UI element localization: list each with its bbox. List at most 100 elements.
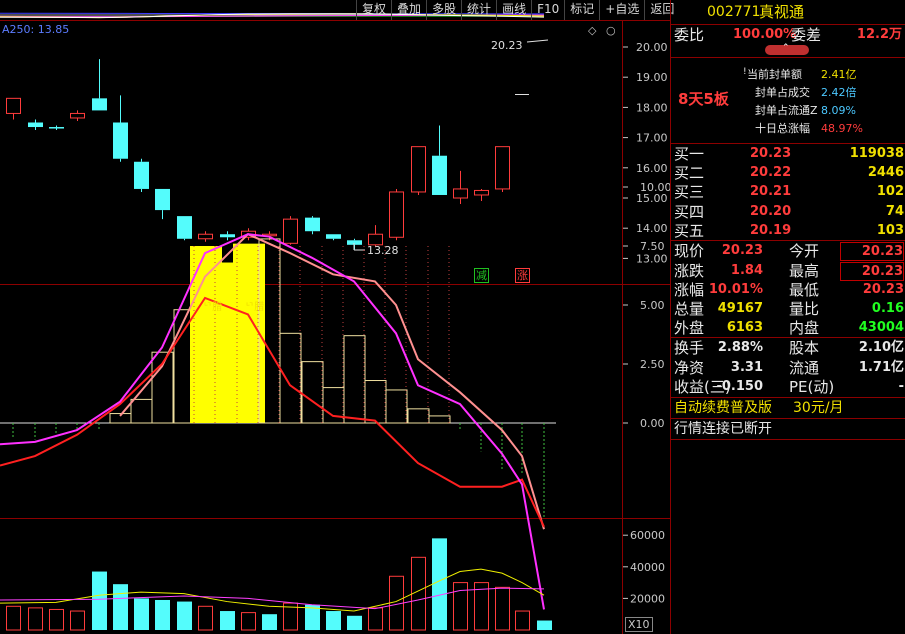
stock-name: 真视通 bbox=[759, 3, 805, 21]
candle-body bbox=[198, 233, 213, 240]
eps-pe-row-value: - bbox=[898, 378, 904, 394]
seal-info-label: 当前封单额 bbox=[747, 68, 802, 81]
price-tick-label: 17.00 bbox=[636, 132, 668, 145]
price-open-row-value: 20.23 bbox=[721, 243, 763, 258]
volume-bar bbox=[262, 614, 277, 630]
toolbar-button-3[interactable]: 统计 bbox=[461, 0, 496, 20]
toolbar-button-1[interactable]: 叠加 bbox=[391, 0, 426, 20]
toolbar-button-6[interactable]: 标记 bbox=[564, 0, 599, 20]
price-tick-label: 20.00 bbox=[636, 41, 668, 54]
promo-row[interactable]: 自动续费普及版 30元/月 bbox=[671, 398, 905, 418]
volume-bar bbox=[49, 608, 64, 631]
bid-row[interactable]: 买一 20.23 119038 bbox=[671, 144, 905, 164]
eps-pe-row-value: -0.150 bbox=[716, 378, 763, 394]
macd-positive-bar bbox=[301, 361, 324, 424]
nav-float-row: 净资 3.31 流通 1.71亿 bbox=[671, 358, 905, 378]
candle-body bbox=[113, 122, 128, 159]
connection-status: 行情连接已断开 bbox=[674, 421, 772, 437]
turnover-shares-row-value: 2.88% bbox=[717, 340, 763, 355]
volume-bar bbox=[220, 611, 235, 630]
bid-row[interactable]: 买二 20.22 2446 bbox=[671, 163, 905, 183]
weibi-row: 委比 100.00% 委差 12.2万 bbox=[671, 25, 905, 45]
bid-price: 20.21 bbox=[750, 184, 792, 200]
pct-low-row-value: 20.23 bbox=[862, 281, 904, 297]
kline-chart[interactable]: 20.0019.0018.0017.0016.0015.0014.0013.00… bbox=[0, 0, 670, 634]
volume-bar bbox=[198, 605, 213, 631]
outer-inner-row-value: 43004 bbox=[858, 319, 904, 335]
candle-body bbox=[474, 189, 489, 196]
bid-label: 买五 bbox=[674, 221, 705, 240]
seal-info-label: 封单占流通Z bbox=[755, 104, 818, 117]
price-open-row-value: 20.23 bbox=[840, 242, 904, 261]
volume-bar bbox=[347, 615, 362, 630]
status-row: 行情连接已断开 bbox=[671, 419, 905, 439]
bid-volume: 119038 bbox=[849, 146, 904, 161]
volume-bar bbox=[515, 610, 530, 631]
candle-body bbox=[495, 146, 510, 190]
volume-bar bbox=[432, 538, 447, 630]
ma250-label: A250: 13.85 bbox=[2, 23, 70, 36]
price-tick-label: 19.00 bbox=[636, 71, 668, 84]
eps-pe-row: 收益(三) -0.150 PE(动) - bbox=[671, 377, 905, 397]
candle-body bbox=[453, 188, 468, 199]
seal-info-value: 2.41亿 bbox=[821, 68, 857, 81]
price-tick-label: 14.00 bbox=[636, 222, 668, 235]
volume-ratio-row-label: 量比 bbox=[789, 299, 820, 318]
chart-toolbar: 复权 叠加 多股 统计 画线 F10 标记 +自选 返回 bbox=[356, 0, 679, 20]
macd-tick-label: 0.00 bbox=[640, 417, 665, 430]
high-marker-pointer bbox=[526, 39, 549, 43]
candle-body bbox=[283, 218, 298, 244]
toolbar-button-7[interactable]: +自选 bbox=[599, 0, 644, 20]
macd-positive-bar bbox=[343, 335, 366, 424]
volume-bar bbox=[92, 571, 107, 630]
macd-signal-2: ᄓ腊 bbox=[245, 302, 265, 313]
toolbar-button-0[interactable]: 复权 bbox=[356, 0, 391, 20]
chart-area[interactable]: 20.00 19.00 18.00 17.00 16.00 15.00 14.00 13.00… bbox=[0, 0, 674, 634]
volume-bar bbox=[177, 601, 192, 630]
price-open-row-label: 今开 bbox=[789, 242, 820, 260]
seal-info-row: 十日总涨幅 48.97% bbox=[671, 120, 905, 138]
outer-inner-row-label: 内盘 bbox=[789, 318, 820, 337]
price-tick-label: 16.00 bbox=[636, 162, 668, 175]
volume-tick-label: 20000 bbox=[630, 592, 665, 605]
toolbar-button-2[interactable]: 多股 bbox=[426, 0, 461, 20]
stock-code: 002771 bbox=[707, 4, 761, 20]
weibi-label: 委比 bbox=[674, 26, 705, 44]
bid-volume: 2446 bbox=[867, 165, 904, 181]
candle-body bbox=[177, 216, 192, 239]
candle-body bbox=[220, 234, 235, 238]
volume-bar bbox=[6, 605, 21, 631]
candle-body bbox=[28, 122, 43, 128]
nav-float-row-label: 流通 bbox=[789, 358, 820, 377]
diamond-icon[interactable]: ◇ bbox=[588, 24, 596, 37]
circle-icon[interactable]: ○ bbox=[606, 24, 616, 37]
volume-bar bbox=[537, 620, 552, 630]
toolbar-button-4[interactable]: 画线 bbox=[496, 0, 531, 20]
toolbar-button-5[interactable]: F10 bbox=[531, 0, 564, 20]
promo-price[interactable]: 30元/月 bbox=[793, 398, 844, 418]
candle-body bbox=[134, 161, 149, 189]
change-high-row-label: 涨跌 bbox=[674, 261, 705, 280]
bid-row[interactable]: 买五 20.19 103 bbox=[671, 221, 905, 241]
pct-low-row-value: 10.01% bbox=[708, 281, 763, 297]
bid-row[interactable]: 买三 20.21 102 bbox=[671, 182, 905, 202]
macd-tick-label: 10.00 bbox=[640, 181, 670, 194]
candle-body bbox=[70, 112, 85, 119]
candle-body bbox=[411, 146, 426, 193]
volume-bar bbox=[70, 610, 85, 631]
volume-ratio-row-value: 0.16 bbox=[871, 300, 904, 316]
candle-body bbox=[305, 217, 320, 232]
turnover-shares-row-label: 股本 bbox=[789, 339, 820, 357]
volume-tick-label: 60000 bbox=[630, 529, 665, 542]
chevron-up-icon: ⌃ bbox=[782, 43, 790, 53]
promo-text[interactable]: 自动续费普及版 bbox=[674, 398, 772, 418]
seal-info-row: 封单占成交 2.42倍 bbox=[671, 84, 905, 102]
price-open-row-label: 现价 bbox=[674, 242, 705, 260]
reduce-label: 减 bbox=[474, 268, 489, 283]
seal-info-label: 十日总涨幅 bbox=[755, 122, 810, 135]
change-high-row-value: 1.84 bbox=[730, 262, 763, 278]
bid-row[interactable]: 买四 20.20 74 bbox=[671, 202, 905, 222]
candle-body bbox=[49, 127, 64, 129]
outer-inner-row-value: 6163 bbox=[726, 319, 763, 335]
candle-body bbox=[92, 98, 107, 111]
